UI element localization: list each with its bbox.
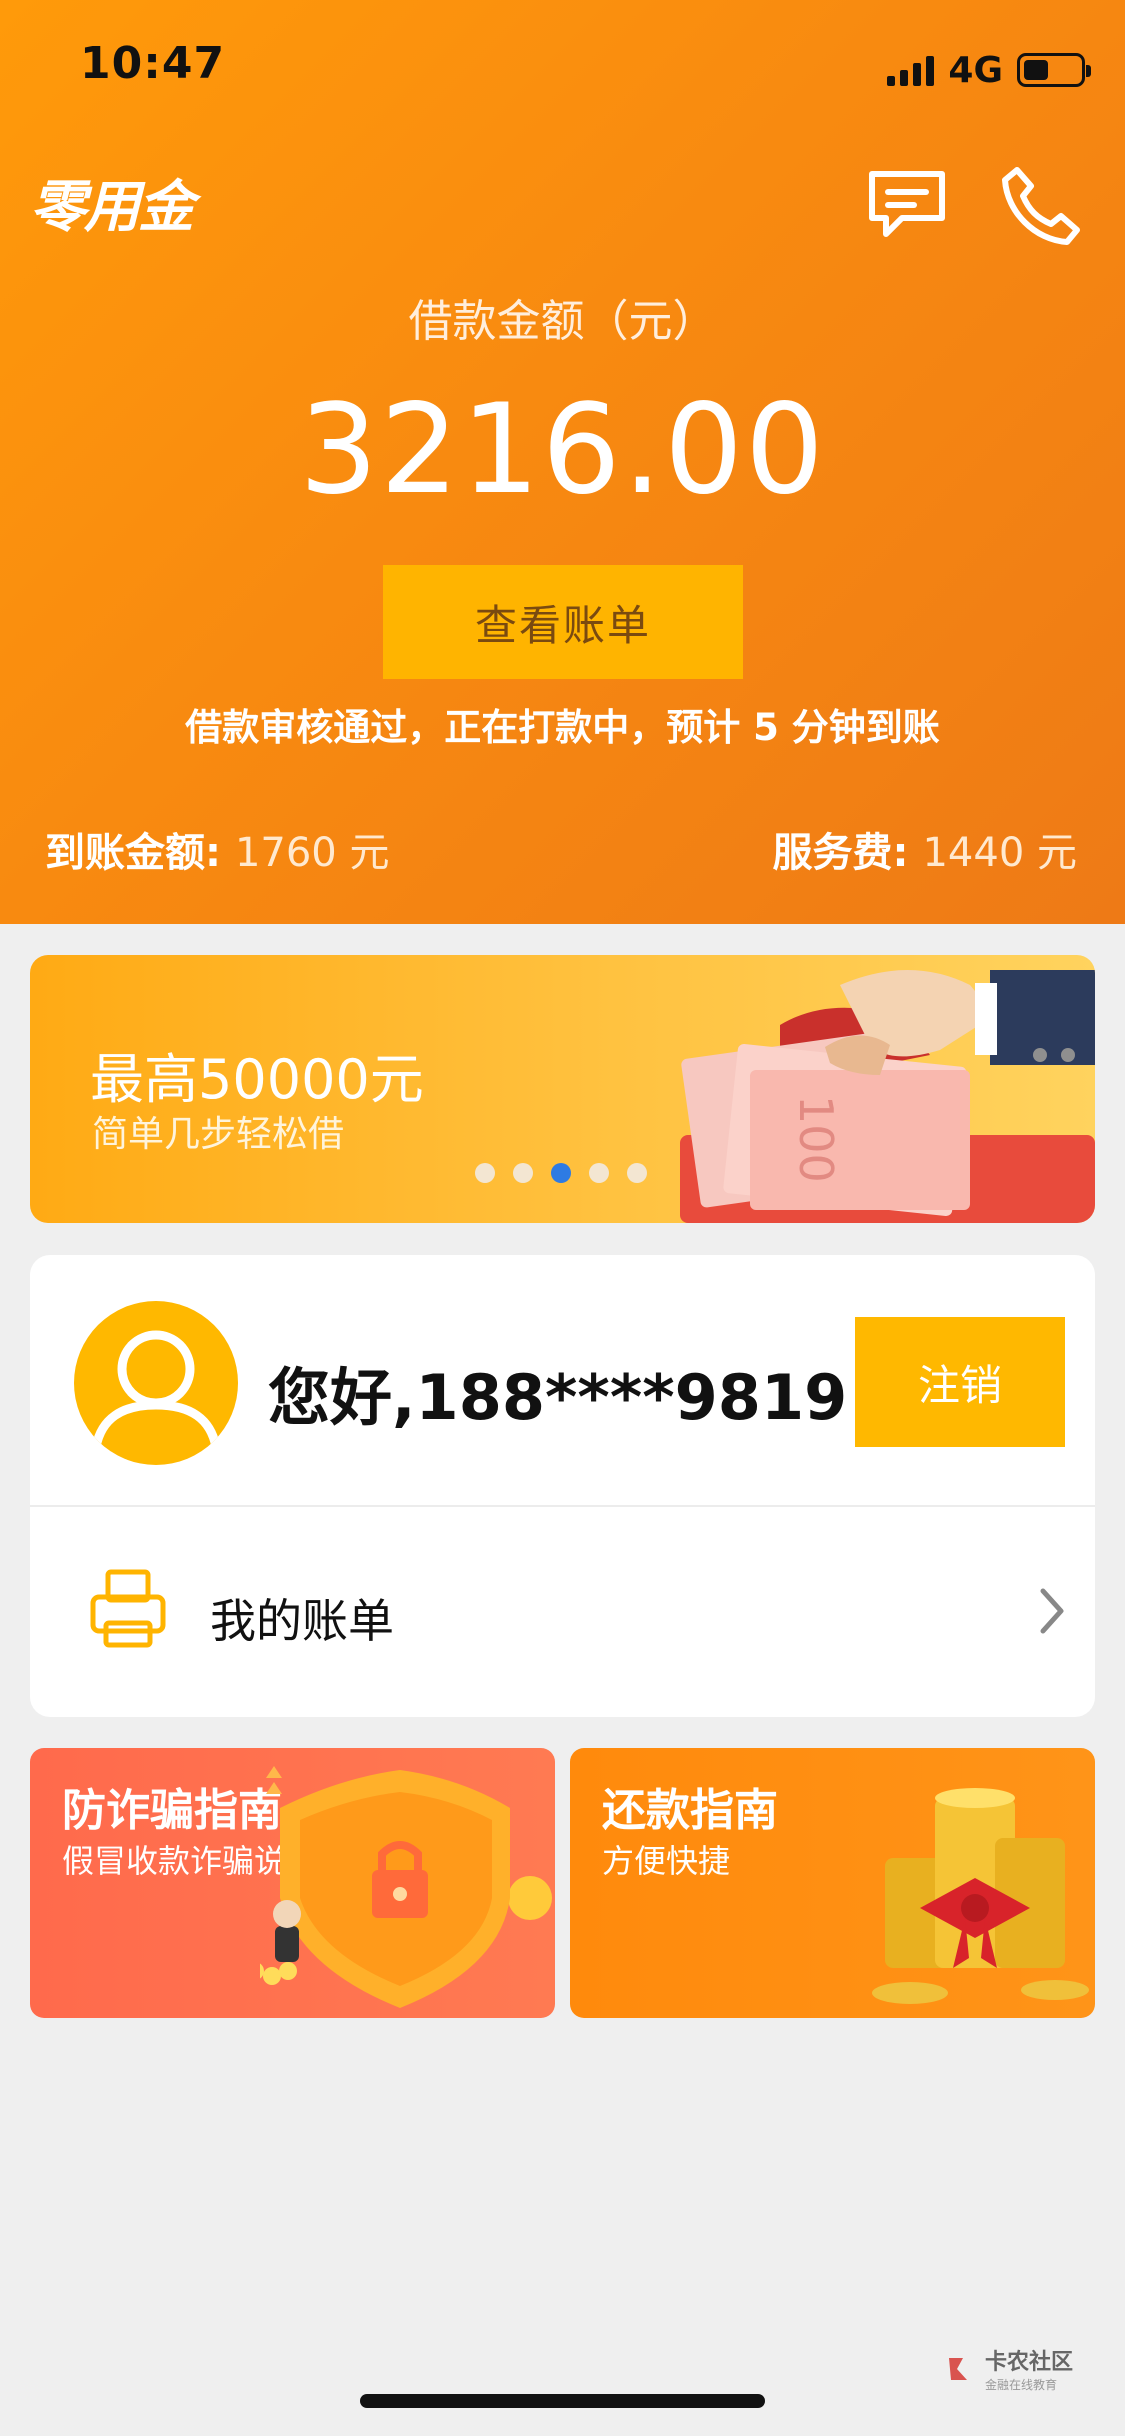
battery-icon	[1017, 53, 1091, 87]
loan-amount: 3216.00	[299, 378, 826, 522]
carousel-dot[interactable]	[627, 1163, 647, 1183]
message-icon[interactable]	[862, 160, 952, 250]
view-bill-button[interactable]: 查看账单	[383, 565, 743, 679]
received-value: 1760 元	[234, 830, 390, 876]
repayment-subtitle: 方便快捷	[602, 1842, 731, 1880]
anti-fraud-title: 防诈骗指南	[62, 1785, 282, 1836]
user-avatar-icon	[91, 1330, 221, 1449]
carousel-dot[interactable]	[513, 1163, 533, 1183]
watermark-title: 卡农社区	[984, 2350, 1073, 2375]
anti-fraud-guide-card[interactable]: 防诈骗指南 假冒收款诈骗说明	[30, 1748, 555, 2018]
money-envelope-illustration: 100	[680, 970, 1095, 1223]
logout-button[interactable]: 注销	[855, 1317, 1065, 1447]
header: 10:47 4G 零用金 借款金额（元） 3216.00 查看账单 借款审核通过…	[0, 0, 1125, 924]
user-greeting: 您好,188****9819	[268, 1361, 848, 1434]
network-type: 4G	[948, 49, 1003, 91]
printer-icon	[90, 1569, 166, 1648]
carousel-dot[interactable]	[475, 1163, 495, 1183]
received-amount: 到账金额: 1760 元	[45, 820, 389, 878]
home-indicator[interactable]	[360, 2394, 765, 2408]
carousel-dot[interactable]	[551, 1163, 571, 1183]
banner-title: 最高50000元	[90, 1048, 424, 1111]
banner-subtitle: 简单几步轻松借	[92, 1114, 345, 1155]
app-logo: 零用金	[30, 175, 194, 240]
phone-icon[interactable]	[995, 160, 1085, 250]
battery-level	[1024, 60, 1049, 80]
avatar[interactable]	[74, 1301, 238, 1465]
fee-label: 服务费:	[772, 830, 909, 876]
repayment-title: 还款指南	[602, 1785, 778, 1836]
status-bar: 10:47 4G	[0, 0, 1125, 132]
fee-value: 1440 元	[922, 830, 1077, 876]
watermark: 卡农社区 金融在线教育	[945, 2344, 1073, 2393]
loan-amount-label: 借款金额（元）	[408, 296, 717, 347]
received-label: 到账金额:	[45, 830, 221, 876]
status-indicators: 4G	[887, 48, 1091, 92]
chevron-right-icon	[1040, 1588, 1064, 1634]
status-time: 10:47	[80, 38, 226, 89]
loan-notice: 借款审核通过，正在打款中，预计 5 分钟到账	[185, 706, 940, 749]
my-bill-row[interactable]: 我的账单	[30, 1507, 1095, 1717]
service-fee: 服务费: 1440 元	[773, 820, 1077, 878]
svg-text:100: 100	[789, 1095, 843, 1183]
watermark-logo-icon	[948, 2357, 967, 2380]
gold-coins-icon	[872, 1788, 1089, 2004]
my-bill-label: 我的账单	[210, 1594, 394, 1648]
promo-banner[interactable]: 最高50000元 简单几步轻松借 100	[30, 955, 1095, 1223]
carousel-dot[interactable]	[589, 1163, 609, 1183]
carousel-dots	[475, 1163, 647, 1183]
user-card: 您好,188****9819 注销 我的账单	[30, 1255, 1095, 1717]
signal-icon	[887, 54, 935, 86]
repayment-guide-card[interactable]: 还款指南 方便快捷	[570, 1748, 1095, 2018]
shield-lock-icon	[260, 1766, 552, 2008]
watermark-subtitle: 金融在线教育	[984, 2378, 1057, 2392]
